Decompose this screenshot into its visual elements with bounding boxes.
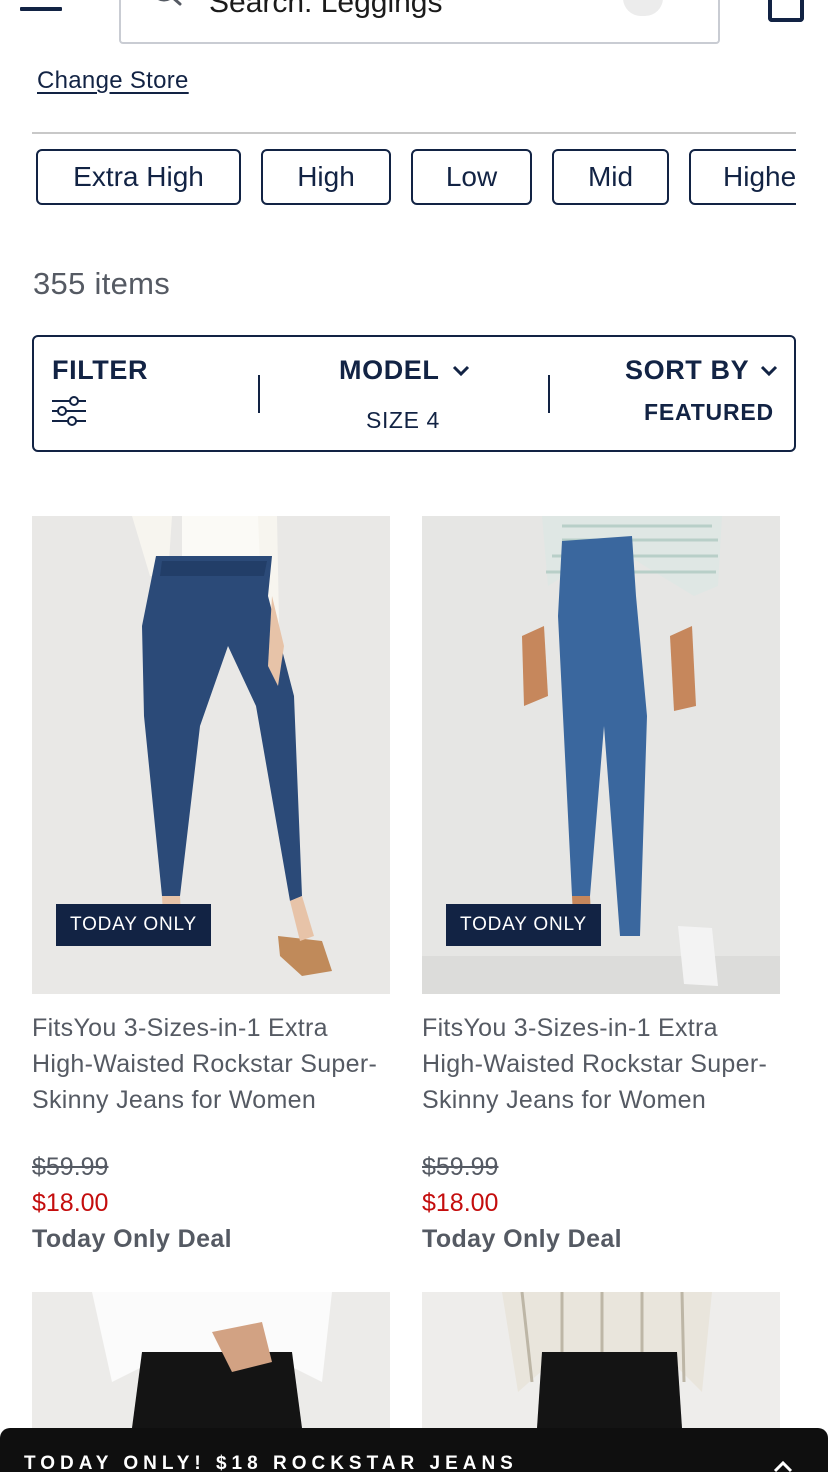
chevron-down-icon — [452, 365, 470, 377]
rise-filter-chips: Extra High High Low Mid Higher — [36, 149, 796, 207]
today-only-badge: TODAY ONLY — [56, 904, 211, 946]
chevron-down-icon — [760, 365, 778, 377]
chip-high[interactable]: High — [261, 149, 391, 205]
voice-search-icon[interactable] — [623, 0, 663, 16]
deal-label: Today Only Deal — [422, 1225, 623, 1253]
product-name[interactable]: FitsYou 3-Sizes-in-1 Extra High-Waisted … — [32, 1010, 382, 1118]
filter-sort-bar: FILTER MODEL SIZE 4 SORT BY FEATURED — [32, 335, 796, 452]
model-label: MODEL — [339, 355, 440, 385]
menu-icon[interactable] — [20, 0, 62, 18]
original-price: $59.99 — [32, 1153, 109, 1181]
product-image[interactable]: TODAY ONLY — [422, 516, 780, 994]
chip-extra-high[interactable]: Extra High — [36, 149, 241, 205]
promo-banner[interactable]: TODAY ONLY! $18 ROCKSTAR JEANS — [0, 1428, 828, 1472]
shopping-bag-icon[interactable] — [768, 0, 804, 22]
change-store-link[interactable]: Change Store — [37, 67, 189, 95]
model-value: SIZE 4 — [366, 407, 440, 433]
search-input[interactable]: Search: Leggings — [119, 0, 720, 44]
sale-price: $18.00 — [422, 1189, 499, 1217]
product-name[interactable]: FitsYou 3-Sizes-in-1 Extra High-Waisted … — [422, 1010, 772, 1118]
search-query-text: Search: Leggings — [209, 0, 443, 19]
today-only-badge: TODAY ONLY — [446, 904, 601, 946]
separator — [548, 375, 550, 413]
promo-banner-text: TODAY ONLY! $18 ROCKSTAR JEANS — [24, 1453, 518, 1472]
chip-mid[interactable]: Mid — [552, 149, 669, 205]
chip-low[interactable]: Low — [411, 149, 532, 205]
sale-price: $18.00 — [32, 1189, 109, 1217]
sort-label: SORT BY — [625, 355, 750, 385]
product-image — [422, 1292, 780, 1428]
filter-label: FILTER — [52, 355, 149, 385]
product-card[interactable] — [422, 1292, 780, 1428]
search-icon — [158, 0, 182, 6]
product-image[interactable]: TODAY ONLY — [32, 516, 390, 994]
divider — [32, 132, 796, 134]
product-image — [32, 1292, 390, 1428]
product-card[interactable] — [32, 1292, 390, 1428]
top-header: Search: Leggings — [0, 0, 828, 60]
sort-value: FEATURED — [644, 399, 774, 425]
sliders-icon — [52, 396, 86, 426]
deal-label: Today Only Deal — [32, 1225, 233, 1253]
original-price: $59.99 — [422, 1153, 499, 1181]
chip-higher[interactable]: Higher — [689, 149, 796, 205]
item-count: 355 items — [33, 266, 171, 301]
separator — [258, 375, 260, 413]
chevron-up-icon[interactable] — [772, 1460, 794, 1472]
